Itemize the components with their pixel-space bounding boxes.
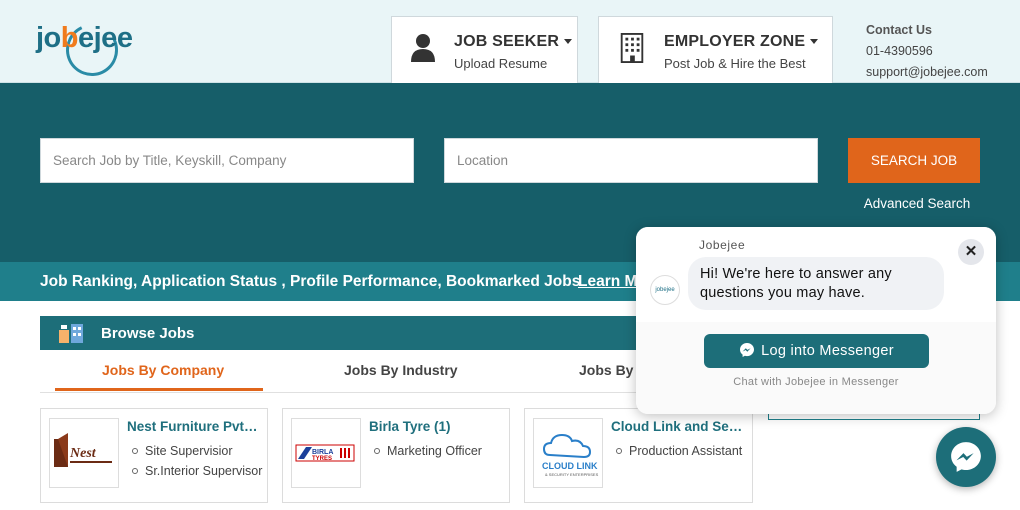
logo-part-3: ejee bbox=[78, 22, 133, 54]
contact-title: Contact Us bbox=[866, 23, 932, 37]
chat-footer: Log into Messenger Chat with Jobejee in … bbox=[636, 322, 996, 414]
logo-text[interactable]: jobejee bbox=[36, 22, 133, 55]
ranking-text: Job Ranking, Application Status , Profil… bbox=[40, 273, 581, 290]
caret-down-icon bbox=[564, 39, 573, 45]
advanced-search-link[interactable]: Advanced Search bbox=[848, 194, 980, 213]
contact-email[interactable]: support@jobejee.com bbox=[866, 62, 988, 83]
chat-header: Jobejee ✕ jobejee Hi! We're here to answ… bbox=[636, 227, 996, 322]
company-logo: Nest bbox=[49, 418, 119, 488]
tab-jobs-by-industry[interactable]: Jobs By Industry bbox=[344, 362, 458, 378]
chat-footer-text: Chat with Jobejee in Messenger bbox=[733, 376, 899, 388]
job-item[interactable]: Marketing Officer bbox=[369, 441, 482, 461]
chat-page-name: Jobejee bbox=[699, 238, 746, 252]
job-list: Production Assistant bbox=[611, 441, 742, 461]
user-icon bbox=[411, 34, 435, 62]
company-card[interactable]: Nest Nest Furniture Pvt. ... Site Superv… bbox=[40, 408, 268, 503]
messenger-icon bbox=[951, 442, 981, 472]
messenger-chat-button[interactable] bbox=[936, 427, 996, 487]
job-seeker-menu[interactable]: JOB SEEKER Upload Resume bbox=[391, 16, 578, 83]
employer-zone-title: EMPLOYER ZONE bbox=[664, 33, 819, 51]
svg-text:TYRES: TYRES bbox=[312, 456, 332, 462]
site-header: jobejee JOB SEEKER Upload Resume EMPLOYE… bbox=[0, 0, 1020, 84]
job-list: Site Supervisior Sr.Interior Supervisor bbox=[127, 441, 262, 481]
browse-jobs-icon bbox=[59, 324, 83, 343]
messenger-chat-popup: Jobejee ✕ jobejee Hi! We're here to answ… bbox=[636, 227, 996, 414]
job-item[interactable]: Sr.Interior Supervisor bbox=[127, 461, 262, 481]
nest-logo-image: Nest bbox=[54, 433, 112, 467]
job-item[interactable]: Site Supervisior bbox=[127, 441, 262, 461]
caret-down-icon bbox=[810, 39, 819, 45]
company-logo: BIRLA TYRES bbox=[291, 418, 361, 488]
close-icon[interactable]: ✕ bbox=[958, 239, 984, 265]
employer-zone-subtitle: Post Job & Hire the Best bbox=[664, 56, 806, 71]
company-logo: CLOUD LINK & SECURITY ENTERPRISES bbox=[533, 418, 603, 488]
job-item[interactable]: Production Assistant bbox=[611, 441, 742, 461]
bullet-icon bbox=[132, 468, 138, 474]
job-seeker-title: JOB SEEKER bbox=[454, 33, 573, 51]
bullet-icon bbox=[132, 448, 138, 454]
company-card[interactable]: BIRLA TYRES Birla Tyre (1) Marketing Off… bbox=[282, 408, 510, 503]
svg-text:& SECURITY ENTERPRISES: & SECURITY ENTERPRISES bbox=[545, 472, 599, 477]
chat-message-bubble: Hi! We're here to answer any questions y… bbox=[688, 257, 944, 310]
search-job-button[interactable]: SEARCH JOB bbox=[848, 138, 980, 183]
job-seeker-subtitle: Upload Resume bbox=[454, 56, 548, 71]
log-into-messenger-button[interactable]: Log into Messenger bbox=[704, 334, 929, 368]
birla-logo-image: BIRLA TYRES bbox=[295, 444, 355, 462]
building-icon bbox=[620, 33, 644, 63]
contact-phone[interactable]: 01-4390596 bbox=[866, 41, 988, 62]
svg-text:CLOUD LINK: CLOUD LINK bbox=[542, 461, 598, 471]
job-list: Marketing Officer bbox=[369, 441, 482, 461]
cloudlink-logo-image: CLOUD LINK & SECURITY ENTERPRISES bbox=[542, 433, 599, 477]
bullet-icon bbox=[616, 448, 622, 454]
job-search-input[interactable]: Search Job by Title, Keyskill, Company bbox=[40, 138, 414, 183]
logo-part-1: jo bbox=[36, 22, 61, 54]
chat-avatar: jobejee bbox=[650, 275, 680, 305]
bullet-icon bbox=[374, 448, 380, 454]
tab-jobs-by-company[interactable]: Jobs By Company bbox=[102, 362, 224, 378]
contact-info: Contact Us 01-4390596 support@jobejee.co… bbox=[866, 20, 988, 83]
active-tab-indicator bbox=[55, 388, 263, 391]
company-name[interactable]: Birla Tyre (1) bbox=[369, 419, 451, 434]
svg-text:Nest: Nest bbox=[69, 446, 97, 461]
learn-more-link[interactable]: Learn M bbox=[578, 273, 637, 291]
messenger-button-label: Log into Messenger bbox=[761, 343, 894, 359]
company-card[interactable]: CLOUD LINK & SECURITY ENTERPRISES Cloud … bbox=[524, 408, 753, 503]
browse-jobs-title: Browse Jobs bbox=[101, 325, 195, 342]
employer-zone-menu[interactable]: EMPLOYER ZONE Post Job & Hire the Best bbox=[598, 16, 833, 83]
messenger-icon bbox=[740, 343, 755, 357]
company-name[interactable]: Cloud Link and Sec... bbox=[611, 419, 745, 434]
svg-text:BIRLA: BIRLA bbox=[312, 449, 333, 456]
logo-part-2: b bbox=[60, 22, 79, 54]
location-input[interactable]: Location bbox=[444, 138, 818, 183]
company-name[interactable]: Nest Furniture Pvt. ... bbox=[127, 419, 261, 434]
